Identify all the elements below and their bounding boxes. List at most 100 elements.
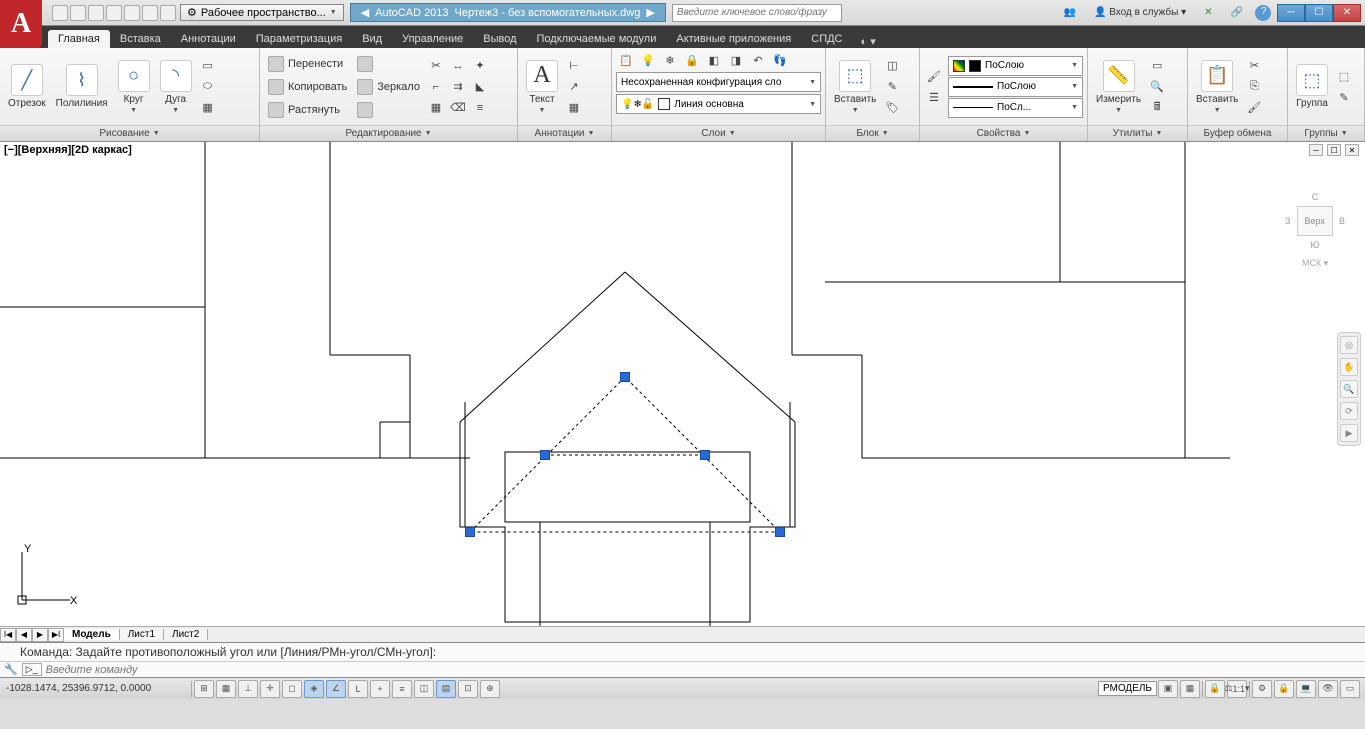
search-input[interactable] [672,4,842,22]
layers-panel-title[interactable]: Слои▼ [612,125,825,141]
command-input[interactable] [46,664,1361,676]
layout-tab-model[interactable]: Модель [64,629,120,640]
erase-icon[interactable]: ⌫ [448,98,468,118]
transparency-icon[interactable]: ◫ [414,680,434,698]
line-tool[interactable]: ╱Отрезок [4,62,50,111]
matchprop-icon[interactable]: 🖌 [1244,98,1264,118]
tab-output[interactable]: Вывод [473,30,526,48]
layout-tab-sheet2[interactable]: Лист2 [164,629,208,640]
grip[interactable] [540,450,550,460]
nav-showmotion-icon[interactable]: ▶ [1340,424,1358,442]
quickview-icon[interactable]: ▦ [1180,680,1200,698]
wcs-label[interactable]: МСК ▾ [1285,258,1345,269]
block-attr-icon[interactable]: 🏷 [882,98,902,118]
ducs-icon[interactable]: L [348,680,368,698]
quick-select-icon[interactable]: 🔍 [1147,77,1167,97]
tab-plugins[interactable]: Подключаемые модули [527,30,667,48]
extend-icon[interactable]: ↔ [448,56,468,76]
nav-next-icon[interactable]: ▶ [646,6,654,19]
tab-view[interactable]: Вид [352,30,392,48]
am-icon[interactable]: ⊕ [480,680,500,698]
viewcube-east[interactable]: В [1339,216,1345,226]
hardware-accel-icon[interactable]: 💻 [1296,680,1316,698]
mirror-button[interactable]: Зеркало [353,76,424,98]
select-all-icon[interactable]: ▭ [1147,56,1167,76]
layout-prev-icon[interactable]: ◀ [16,628,32,642]
annoscale-icon[interactable]: 🔒 [1205,680,1225,698]
cut-icon[interactable]: ✂ [1244,56,1264,76]
tab-insert[interactable]: Вставка [110,30,171,48]
ribbon-help-icon[interactable]: ◐ ▾ [861,35,876,48]
qat-undo-icon[interactable] [142,5,158,21]
measure-tool[interactable]: 📏Измерить▼ [1092,58,1145,116]
toolbar-lock-icon[interactable]: 🔒 [1274,680,1294,698]
paste-tool[interactable]: 📋Вставить▼ [1192,58,1242,116]
modify-panel-title[interactable]: Редактирование▼ [260,125,517,141]
linetype-dropdown[interactable]: ПоСлою▼ [948,77,1083,97]
table-icon[interactable]: ▦ [564,98,584,118]
viewcube-south[interactable]: Ю [1285,240,1345,250]
scale-button[interactable]: ⚖ 1:1 ▾ [1227,680,1247,698]
otrack-icon[interactable]: ∠ [326,680,346,698]
groups-panel-title[interactable]: Группы▼ [1288,125,1364,141]
help-button[interactable]: ? [1255,5,1271,21]
qat-redo-icon[interactable] [160,5,176,21]
workspace-dropdown[interactable]: ⚙ Рабочее пространство... ▼ [180,4,344,21]
snap-mode-icon[interactable]: ⊞ [194,680,214,698]
fillet-icon[interactable]: ⌐ [426,77,446,97]
exchange-icon[interactable]: ✕ [1198,6,1218,19]
layer-walk-icon[interactable]: 👣 [770,50,790,70]
nav-orbit-icon[interactable]: ⟳ [1340,402,1358,420]
autodesk360-icon[interactable]: 👥 [1058,6,1082,19]
nav-zoom-icon[interactable]: 🔍 [1340,380,1358,398]
layout-quick-icon[interactable]: ▣ [1158,680,1178,698]
viewcube[interactable]: С З Верх В Ю МСК ▾ [1285,192,1345,269]
ellipse-icon[interactable]: ⬭ [198,77,218,97]
group-tool[interactable]: ⬚Группа [1292,62,1332,111]
clean-screen-icon[interactable]: ▭ [1340,680,1360,698]
layer-off-icon[interactable]: 💡 [638,50,658,70]
group-edit-icon[interactable]: ✎ [1334,87,1354,107]
app-menu-button[interactable]: A [0,0,42,48]
nav-prev-icon[interactable]: ◀ [361,6,369,19]
color-dropdown[interactable]: ПоСлою▼ [948,56,1083,76]
lweight-status-icon[interactable]: ≡ [392,680,412,698]
leader-icon[interactable]: ↗ [564,77,584,97]
props-panel-title[interactable]: Свойства▼ [920,125,1087,141]
prop-palette-icon[interactable]: ☰ [924,87,944,107]
layer-match-icon[interactable]: ◨ [726,50,746,70]
stretch-button[interactable]: Растянуть [264,99,351,121]
layer-lock-icon[interactable]: 🔒 [682,50,702,70]
isolate-icon[interactable]: 👁 [1318,680,1338,698]
calc-icon[interactable]: 🖩 [1147,98,1167,118]
text-tool[interactable]: АТекст▼ [522,58,562,116]
stay-connected-icon[interactable]: 🔗 [1225,6,1249,19]
viewcube-north[interactable]: С [1285,192,1345,202]
qat-plot-icon[interactable] [124,5,140,21]
drawing-canvas[interactable]: [−][Верхняя][2D каркас] ─ ☐ ✕ [0,142,1365,626]
qat-new-icon[interactable] [52,5,68,21]
copy-clip-icon[interactable]: ⎘ [1244,77,1264,97]
viewcube-west[interactable]: З [1285,216,1290,226]
move-button[interactable]: Перенести [264,53,351,75]
hatch-icon[interactable]: ▦ [198,98,218,118]
workspace-status-icon[interactable]: ⚙ [1252,680,1272,698]
copy-button[interactable]: Копировать [264,76,351,98]
osnap-icon[interactable]: ◻ [282,680,302,698]
sc-icon[interactable]: ⊡ [458,680,478,698]
model-space-button[interactable]: РМОДЕЛЬ [1098,681,1157,696]
layer-state-dropdown[interactable]: Несохраненная конфигурация сло▼ [616,72,821,92]
signin-button[interactable]: 👤 Вход в службы ▾ [1088,6,1192,19]
util-panel-title[interactable]: Утилиты▼ [1088,125,1187,141]
layer-iso-icon[interactable]: ◧ [704,50,724,70]
match-prop-icon[interactable]: 🖌 [924,66,944,86]
align-icon[interactable]: ≡ [470,98,490,118]
grip[interactable] [620,372,630,382]
annot-panel-title[interactable]: Аннотации▼ [518,125,611,141]
explode-icon[interactable]: ✦ [470,56,490,76]
layer-dropdown[interactable]: 💡❄🔓Линия основна▼ [616,94,821,114]
polyline-tool[interactable]: ⌇Полилиния [52,62,112,111]
layout-last-icon[interactable]: ▶I [48,628,64,642]
array-icon[interactable]: ▦ [426,98,446,118]
draw-panel-title[interactable]: Рисование▼ [0,125,259,141]
